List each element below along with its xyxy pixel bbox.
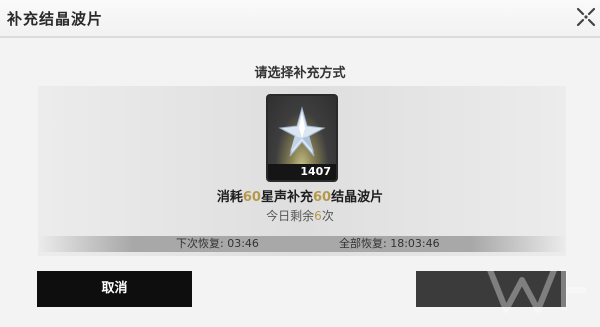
recovery-status-bar bbox=[38, 236, 566, 252]
crystal-item-card[interactable]: 1407 bbox=[266, 94, 338, 182]
dialog-title: 补充结晶波片 bbox=[7, 10, 104, 28]
cost-description: 消耗60星声补充60结晶波片 bbox=[0, 186, 600, 205]
cost-prefix: 消耗 bbox=[216, 190, 243, 205]
cost-middle: 星声补充 bbox=[260, 190, 313, 205]
next-recovery-time: 03:46 bbox=[227, 237, 259, 250]
next-recovery: 下次恢复: 03:46 bbox=[176, 236, 259, 252]
title-bar: 补充结晶波片 bbox=[0, 0, 600, 38]
full-recovery-label: 全部恢复: bbox=[339, 237, 387, 250]
item-count: 1407 bbox=[268, 164, 336, 180]
daily-prefix: 今日剩余 bbox=[266, 209, 315, 223]
choose-method-heading: 请选择补充方式 bbox=[254, 66, 346, 81]
daily-remaining-count: 6 bbox=[314, 209, 322, 223]
full-recovery: 全部恢复: 18:03:46 bbox=[339, 236, 440, 252]
full-recovery-time: 18:03:46 bbox=[390, 237, 440, 250]
gain-amount: 60 bbox=[313, 190, 332, 205]
cost-amount: 60 bbox=[242, 190, 261, 205]
cancel-button[interactable]: 取消 bbox=[37, 271, 192, 307]
watermark-logo-icon bbox=[487, 268, 586, 313]
daily-suffix: 次 bbox=[321, 209, 334, 223]
close-button[interactable] bbox=[572, 4, 600, 30]
close-icon bbox=[576, 7, 596, 27]
next-recovery-label: 下次恢复: bbox=[176, 237, 224, 250]
crystal-star-icon bbox=[278, 106, 326, 157]
daily-remaining: 今日剩余6次 bbox=[0, 207, 600, 224]
title-divider bbox=[0, 36, 600, 38]
cost-suffix: 结晶波片 bbox=[331, 190, 384, 205]
